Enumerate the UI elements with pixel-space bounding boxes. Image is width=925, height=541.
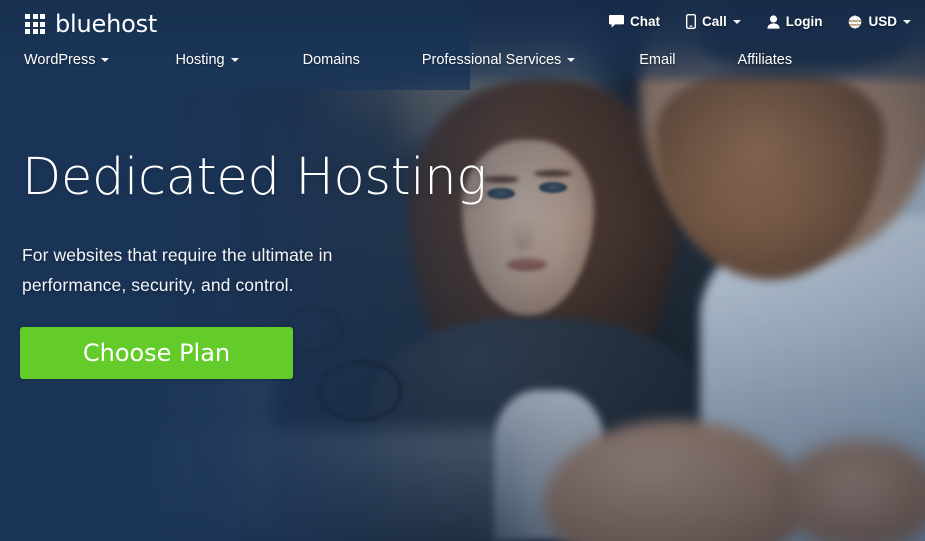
- nav-item-domains-label: Domains: [302, 52, 360, 68]
- hero-subtitle: For websites that require the ultimate i…: [22, 240, 333, 300]
- nav-item-domains[interactable]: Domains: [303, 52, 360, 68]
- utility-nav-currency-label: USD: [868, 14, 897, 29]
- chevron-down-icon: [903, 19, 911, 24]
- utility-nav-currency[interactable]: USD: [848, 14, 911, 29]
- nav-item-affiliates[interactable]: Affiliates: [738, 52, 793, 68]
- nav-item-affiliates-label: Affiliates: [737, 52, 793, 68]
- chevron-down-icon: [101, 58, 110, 62]
- hero-subtitle-line-1: For websites that require the ultimate i…: [22, 245, 333, 265]
- utility-nav-chat[interactable]: Chat: [608, 14, 660, 29]
- site-header: bluehost Chat Call Login USD WordPress H…: [0, 0, 925, 82]
- utility-nav-login-label: Login: [785, 14, 823, 29]
- nav-item-hosting[interactable]: Hosting: [175, 52, 239, 68]
- nav-item-wordpress[interactable]: WordPress: [24, 52, 110, 68]
- user-icon: [767, 14, 780, 29]
- nav-item-professional-services-label: Professional Services: [421, 52, 562, 68]
- utility-nav-call[interactable]: Call: [685, 14, 741, 29]
- globe-icon: [848, 14, 862, 29]
- brand-logo[interactable]: bluehost: [25, 12, 157, 36]
- nav-item-wordpress-label: WordPress: [24, 52, 96, 68]
- page-title: Dedicated Hosting: [22, 148, 487, 207]
- chevron-down-icon: [230, 58, 239, 62]
- utility-nav: Chat Call Login USD: [608, 14, 911, 29]
- chevron-down-icon: [567, 58, 576, 62]
- phone-icon: [685, 14, 696, 29]
- bluehost-dedicated-hosting-page: bluehost Chat Call Login USD WordPress H…: [0, 0, 925, 541]
- nav-item-email[interactable]: Email: [639, 52, 675, 68]
- nav-item-hosting-label: Hosting: [175, 52, 225, 68]
- utility-nav-chat-label: Chat: [629, 14, 660, 29]
- hero-subtitle-line-2: performance, security, and control.: [22, 275, 294, 295]
- grid-3x3-icon: [25, 14, 45, 34]
- choose-plan-button[interactable]: Choose Plan: [20, 327, 293, 379]
- utility-nav-login[interactable]: Login: [767, 14, 823, 29]
- main-nav: WordPress Hosting Domains Professional S…: [24, 52, 792, 68]
- utility-nav-call-label: Call: [701, 14, 727, 29]
- chat-bubble-icon: [608, 15, 624, 28]
- chevron-down-icon: [732, 19, 741, 24]
- nav-item-email-label: Email: [639, 52, 676, 68]
- nav-item-professional-services[interactable]: Professional Services: [421, 52, 576, 68]
- brand-name: bluehost: [55, 10, 158, 38]
